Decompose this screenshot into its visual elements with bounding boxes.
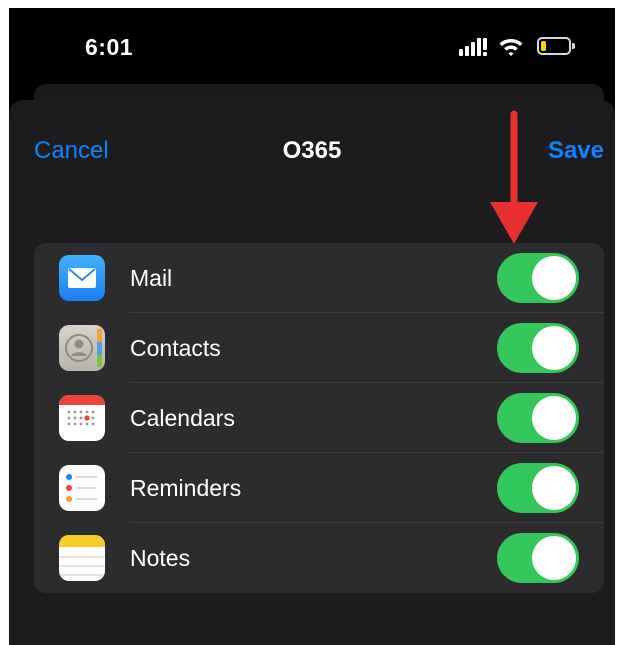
list-item-contacts: Contacts [34,313,604,383]
cellular-signal-icon [459,38,487,56]
calendars-label: Calendars [130,405,235,431]
mail-label: Mail [130,265,173,291]
notes-icon [59,535,105,581]
battery-icon [537,37,575,55]
contacts-icon [59,325,105,371]
calendar-icon [59,395,105,441]
list-item-mail: Mail [34,243,604,313]
account-settings-sheet: Cancel O365 Save Mail Contacts Calendars… [9,100,615,645]
services-list: Mail Contacts Calendars Reminders Notes [34,243,604,593]
reminders-icon [59,465,105,511]
notes-label: Notes [130,545,191,571]
list-item-notes: Notes [34,523,604,593]
battery-level-fill [541,41,546,51]
mail-icon [59,255,105,301]
status-time: 6:01 [85,34,134,60]
contacts-toggle[interactable] [497,323,579,373]
reminders-toggle[interactable] [497,463,579,513]
reminders-label: Reminders [130,475,242,501]
list-item-calendars: Calendars [34,383,604,453]
calendars-toggle[interactable] [497,393,579,443]
save-button[interactable]: Save [548,137,604,165]
contacts-label: Contacts [130,335,221,361]
list-item-reminders: Reminders [34,453,604,523]
notes-toggle[interactable] [497,533,579,583]
phone-screen: 6:01 Cancel O365 Save Mail Contacts Cale… [9,8,615,645]
mail-toggle[interactable] [497,253,579,303]
wifi-icon [499,39,523,56]
red-arrow-annotation [490,110,538,244]
